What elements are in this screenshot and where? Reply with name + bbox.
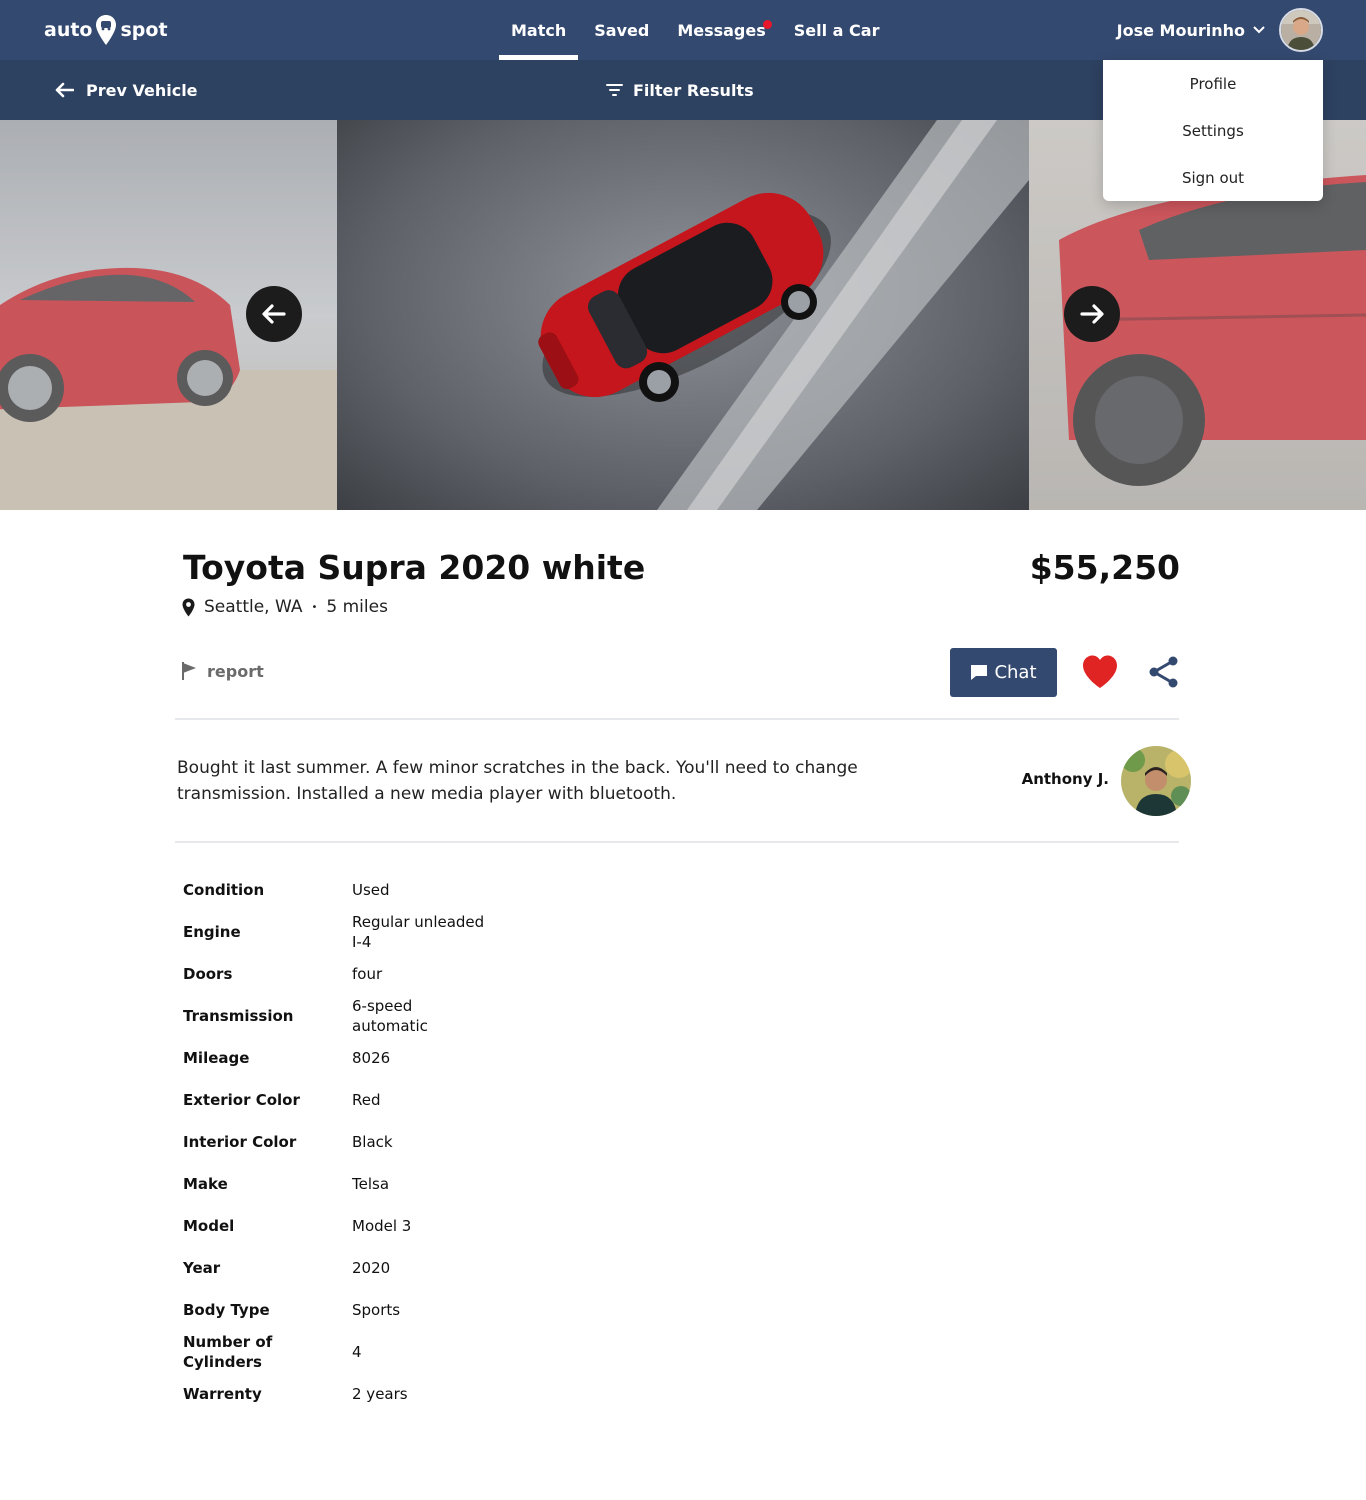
seller-name[interactable]: Anthony J. (1022, 770, 1109, 788)
filter-results-button[interactable]: Filter Results (606, 60, 754, 120)
spec-row: Exterior Color Red (183, 1086, 381, 1114)
report-link[interactable]: report (181, 661, 264, 681)
spec-label: Mileage (183, 1049, 250, 1067)
flag-icon (182, 662, 196, 680)
spec-row: Engine Regular unleaded I-4 (183, 913, 484, 951)
chat-button[interactable]: Chat (950, 648, 1057, 697)
spec-value: 2 years (352, 1385, 408, 1403)
location-separator: • (311, 601, 318, 613)
divider (175, 841, 1179, 843)
autospot-logo[interactable]: auto spot (44, 14, 168, 46)
listing-title: Toyota Supra 2020 white (183, 548, 646, 587)
spec-label: Doors (183, 965, 233, 983)
spec-label: Body Type (183, 1301, 270, 1319)
filter-results-label: Filter Results (633, 80, 754, 100)
user-avatar[interactable] (1279, 8, 1323, 52)
spec-row: Year 2020 (183, 1254, 390, 1282)
seller-avatar[interactable] (1121, 746, 1191, 816)
carousel-current-photo[interactable] (337, 120, 1029, 510)
share-icon[interactable] (1148, 655, 1180, 689)
report-label: report (207, 661, 264, 681)
spec-row: Transmission 6-speed automatic (183, 997, 428, 1035)
car-top-view-image (538, 120, 1029, 510)
chat-button-label: Chat (994, 662, 1037, 683)
user-name: Jose Mourinho (1116, 20, 1245, 40)
arrow-left-icon (55, 82, 74, 98)
logo-text-left: auto (44, 19, 93, 41)
spec-value: Used (352, 881, 390, 899)
spec-label: Interior Color (183, 1133, 297, 1151)
notification-dot (762, 20, 772, 29)
nav-match[interactable]: Match (499, 0, 579, 60)
main-nav: Match Saved Messages Sell a Car (499, 0, 895, 60)
prev-vehicle-label: Prev Vehicle (86, 80, 198, 100)
spec-value: four (352, 965, 383, 983)
carousel-prev-button[interactable] (246, 286, 302, 342)
filter-icon (606, 84, 623, 96)
listing-description: Bought it last summer. A few minor scrat… (177, 758, 858, 804)
spec-label: Warrenty (183, 1385, 262, 1403)
spec-row: Make Telsa (183, 1170, 389, 1198)
spec-label: Model (183, 1217, 235, 1235)
spec-row: Number of Cylinders 4 (183, 1333, 362, 1371)
spec-row: Doors four (183, 960, 382, 988)
spec-row: Model Model 3 (183, 1212, 411, 1240)
spec-label: Condition (183, 881, 265, 899)
spec-value: Sports (352, 1301, 401, 1319)
nav-sell-label: Sell a Car (793, 20, 880, 40)
menu-item-sign-out[interactable]: Sign out (1103, 154, 1323, 201)
spec-value: 2020 (352, 1259, 391, 1277)
spec-label: Transmission (183, 1007, 294, 1025)
user-menu-toggle[interactable]: Jose Mourinho (1117, 8, 1323, 52)
location-distance: 5 miles (326, 597, 388, 617)
arrow-right-icon (1080, 304, 1104, 324)
divider (175, 718, 1179, 720)
arrow-left-icon (262, 304, 286, 324)
nav-sell-a-car[interactable]: Sell a Car (782, 0, 892, 60)
logo-text-right: spot (120, 19, 168, 41)
chevron-down-icon (1253, 26, 1265, 34)
spec-value: Model 3 (352, 1217, 412, 1235)
spec-value: Black (352, 1133, 393, 1151)
user-avatar-image (1281, 10, 1321, 50)
spec-value: 4 (352, 1343, 362, 1361)
seller-avatar-image (1121, 746, 1191, 816)
listing-location: Seattle, WA • 5 miles (182, 597, 388, 617)
spec-value: Red (352, 1091, 381, 1109)
spec-value: 6-speed automatic (352, 997, 428, 1035)
favorite-heart-icon[interactable] (1081, 654, 1119, 690)
nav-messages-label: Messages (677, 20, 766, 40)
chat-bubble-icon (971, 665, 988, 680)
menu-item-profile[interactable]: Profile (1103, 60, 1323, 107)
menu-item-profile-label: Profile (1189, 74, 1237, 93)
pin-logo-icon (96, 15, 117, 45)
listing-price: $55,250 (1029, 548, 1180, 587)
prev-vehicle-button[interactable]: Prev Vehicle (54, 60, 198, 120)
spec-value: Telsa (352, 1175, 390, 1193)
user-dropdown-menu: Profile Settings Sign out (1103, 60, 1323, 201)
location-city: Seattle, WA (204, 597, 303, 617)
spec-label: Year (183, 1259, 221, 1277)
spec-row: Mileage 8026 (183, 1044, 390, 1072)
nav-saved-label: Saved (594, 20, 650, 40)
nav-saved[interactable]: Saved (582, 0, 661, 60)
carousel-next-button[interactable] (1064, 286, 1120, 342)
spec-label: Number of Cylinders (183, 1333, 273, 1371)
spec-value: 8026 (352, 1049, 391, 1067)
nav-messages[interactable]: Messages (665, 0, 777, 60)
spec-row: Condition Used (183, 876, 390, 904)
top-navbar: auto spot Match Saved Messages Sell a Ca… (0, 0, 1366, 60)
menu-item-settings-label: Settings (1182, 121, 1244, 140)
spec-label: Make (183, 1175, 228, 1193)
spec-value: Regular unleaded I-4 (352, 913, 485, 951)
menu-item-settings[interactable]: Settings (1103, 107, 1323, 154)
spec-row: Interior Color Black (183, 1128, 393, 1156)
menu-item-sign-out-label: Sign out (1181, 168, 1245, 187)
nav-match-label: Match (511, 20, 567, 40)
spec-label: Engine (183, 923, 241, 941)
spec-row: Warrenty 2 years (183, 1380, 408, 1408)
spec-row: Body Type Sports (183, 1296, 400, 1324)
location-pin-icon (182, 598, 195, 616)
spec-label: Exterior Color (183, 1091, 300, 1109)
